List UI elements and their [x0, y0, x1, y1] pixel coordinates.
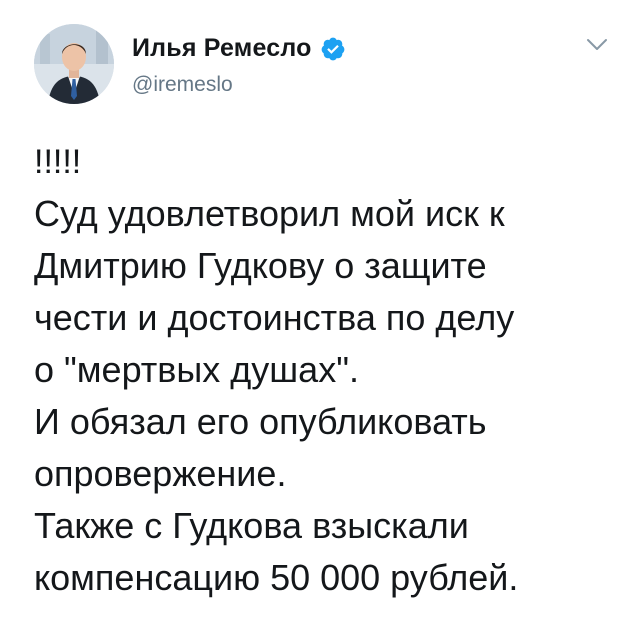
- avatar[interactable]: [34, 24, 114, 104]
- avatar-photo: [34, 24, 114, 104]
- author-name-row: Илья Ремесло: [132, 34, 346, 63]
- author-display-name[interactable]: Илья Ремесло: [132, 34, 312, 63]
- tweet-text-line: Дмитрию Гудкову о защите: [34, 245, 487, 286]
- tweet-menu-button[interactable]: [582, 32, 612, 58]
- tweet-text-line: о "мертвых душах".: [34, 349, 359, 390]
- tweet-text-line: Суд удовлетворил мой иск к: [34, 193, 505, 234]
- author-handle[interactable]: @iremeslo: [132, 73, 233, 97]
- chevron-down-icon: [587, 39, 607, 50]
- tweet-text: !!!!! Суд удовлетворил мой иск к Дмитрию…: [34, 136, 626, 604]
- tweet-text-line: компенсацию 50 000 рублей.: [34, 557, 519, 598]
- verified-badge-icon: [320, 36, 346, 62]
- tweet-text-line: Также с Гудкова взыскали: [34, 505, 469, 546]
- tweet-card: Илья Ремесло @iremeslo !!!!! Суд удовлет…: [0, 0, 640, 627]
- tweet-text-line: чести и достоинства по делу: [34, 297, 515, 338]
- tweet-text-line: !!!!!: [34, 143, 82, 181]
- tweet-text-line: И обязал его опубликовать: [34, 401, 487, 442]
- tweet-header: Илья Ремесло @iremeslo: [34, 24, 614, 114]
- tweet-text-line: опровержение.: [34, 453, 287, 494]
